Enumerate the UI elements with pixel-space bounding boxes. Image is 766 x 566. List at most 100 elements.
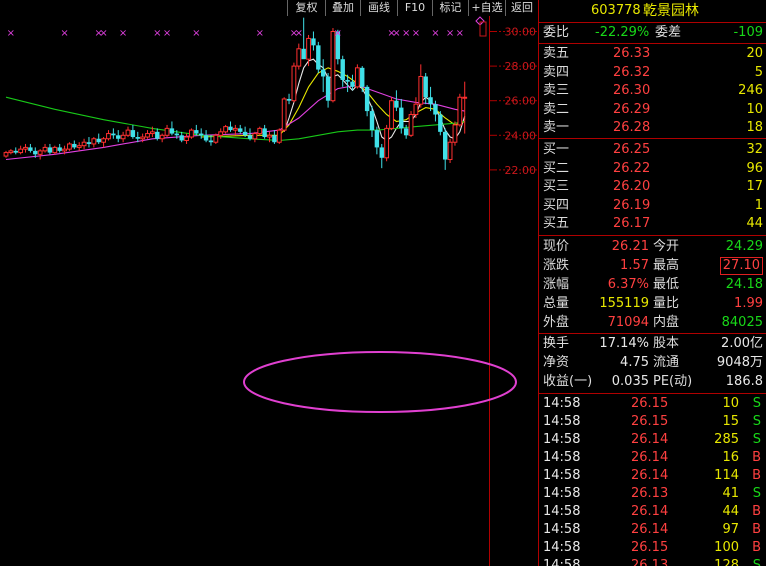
tick-volume: 97 [722, 522, 739, 537]
candle-body-down [399, 107, 404, 129]
candle-body-down [33, 150, 38, 155]
stat-value: 1.99 [734, 296, 763, 311]
event-marker[interactable]: × [431, 28, 439, 39]
weibi-value: -22.29% [595, 25, 650, 40]
candle-body-down [57, 147, 62, 151]
candle-body-up [389, 100, 394, 129]
ask-row: 卖四 26.32 5 [539, 64, 766, 82]
event-marker[interactable]: × [295, 28, 303, 39]
tick-volume: 285 [714, 432, 739, 447]
candle-body-up [257, 127, 263, 135]
toolbar-button-0[interactable]: 复权 [287, 0, 325, 16]
candle-body-down [155, 131, 160, 139]
stock-name: 乾景园林 [643, 3, 699, 19]
toolbar-button-4[interactable]: 标记 [432, 0, 468, 16]
event-marker[interactable]: × [192, 28, 200, 39]
weicha-label: 委差 [655, 25, 682, 40]
bid-volume: 96 [746, 160, 763, 176]
tick-price: 26.14 [631, 522, 669, 537]
candle-body-down [316, 45, 321, 70]
toolbar-button-2[interactable]: 画线 [360, 0, 397, 16]
stat-value: 71094 [607, 315, 649, 330]
candle-body-up [23, 146, 28, 150]
event-marker[interactable]: × [446, 28, 454, 39]
candle-body-down [423, 76, 428, 98]
tick-volume: 114 [714, 468, 739, 483]
quote-stat-row: 总量 155119 量比 1.99 [539, 295, 766, 313]
event-marker[interactable]: × [7, 28, 15, 39]
candle-body-down [169, 128, 175, 134]
tick-volume: 10 [722, 396, 739, 411]
finance-label: PE(动) [653, 374, 693, 389]
quote-stat-row: 涨跌 1.57 最高 27.10 [539, 257, 766, 275]
tick-time: 14:58 [543, 432, 581, 447]
ask-label: 卖五 [543, 46, 570, 61]
tick-row: 14:58 26.15 10 S [539, 395, 766, 413]
event-marker[interactable]: × [256, 28, 264, 39]
candle-body-down [379, 147, 384, 158]
candle-body-up [291, 65, 297, 102]
weibi-row: 委比 -22.29% 委差 -109 [539, 24, 766, 42]
ask-row: 卖三 26.30 246 [539, 82, 766, 100]
candle-body-up [330, 31, 336, 102]
candle-body-up [408, 114, 414, 136]
event-marker[interactable]: × [119, 28, 127, 39]
candle-body-up [447, 141, 453, 161]
finance-label: 净资 [543, 355, 570, 370]
ask-volume: 246 [738, 83, 763, 99]
event-marker[interactable]: × [412, 28, 420, 39]
event-marker[interactable]: × [60, 28, 68, 39]
toolbar-button-3[interactable]: F10 [397, 0, 432, 16]
ask-label: 卖三 [543, 83, 570, 99]
candle-body-up [384, 127, 390, 159]
kline-chart[interactable]: ××××××××××××××××××× 50.0048.0046.0044.00… [0, 16, 538, 566]
candle-body-down [208, 140, 214, 143]
ask-price: 26.29 [613, 101, 651, 117]
candle-body-up [223, 126, 228, 133]
toolbar-button-6[interactable]: 返回 [505, 0, 538, 16]
tick-side: B [752, 504, 761, 519]
bid-label: 买四 [543, 197, 570, 213]
candle-body-up [18, 148, 24, 154]
tick-price: 26.15 [631, 540, 669, 555]
candle-body-up [145, 133, 150, 138]
ask-row: 卖二 26.29 10 [539, 101, 766, 119]
event-marker[interactable]: × [392, 28, 400, 39]
event-marker[interactable]: × [334, 28, 342, 39]
tick-price: 26.14 [631, 468, 669, 483]
event-marker[interactable]: × [402, 28, 410, 39]
event-marker[interactable]: × [99, 28, 107, 39]
bid-row: 买四 26.19 1 [539, 197, 766, 215]
candle-body-down [433, 104, 438, 115]
stat-value: 1.57 [620, 258, 649, 273]
candle-body-down [47, 147, 53, 153]
ask-label: 卖四 [543, 64, 570, 80]
tick-time: 14:58 [543, 558, 581, 566]
toolbar-button-1[interactable]: 叠加 [325, 0, 360, 16]
event-marker[interactable]: × [153, 28, 161, 39]
event-marker[interactable]: × [163, 28, 171, 39]
stat-label: 最高 [653, 258, 680, 273]
tick-time: 14:58 [543, 396, 581, 411]
quote-panel: 603778 乾景园林 委比 -22.29% 委差 -109 卖五 26.33 20… [538, 0, 766, 566]
stat-value: 27.10 [719, 257, 763, 275]
candle-body-down [86, 142, 92, 144]
candle-body-down [345, 79, 350, 82]
candle-body-down [203, 135, 209, 141]
tick-price: 26.13 [631, 486, 669, 501]
candle-body-down [301, 48, 306, 60]
toolbar-button-5[interactable]: +自选 [468, 0, 505, 16]
candle-body-down [340, 59, 345, 80]
stat-label: 总量 [543, 296, 570, 311]
highlight-ellipse [243, 351, 517, 413]
candle-body-down [286, 98, 292, 101]
quote-stat-row: 外盘 71094 内盘 84025 [539, 314, 766, 332]
stat-value: 24.18 [725, 277, 763, 292]
finance-label: 流通 [653, 355, 680, 370]
candle-body-up [91, 138, 97, 145]
candle-body-down [199, 133, 204, 136]
candle-body-down [443, 131, 448, 160]
stat-value: 24.29 [725, 239, 763, 254]
event-marker[interactable]: × [456, 28, 464, 39]
tick-side: B [752, 540, 761, 555]
